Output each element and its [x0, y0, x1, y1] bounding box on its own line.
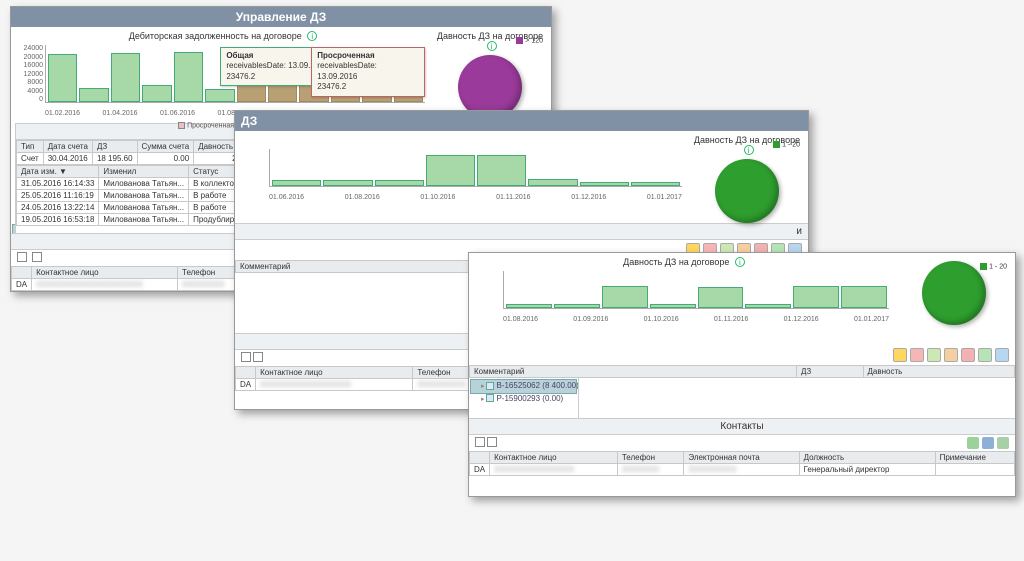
pie-chart-icon [715, 159, 779, 223]
window-title: Управление ДЗ [11, 7, 551, 27]
tree-item[interactable]: Р-15900293 (0.00) [471, 393, 576, 406]
comments-toolbar [469, 345, 1015, 365]
info-icon[interactable]: i [744, 145, 754, 155]
contacts-section-title: Контакты [469, 418, 1015, 435]
debt-age-pie: Давность ДЗ на договоре i > 120 [435, 31, 545, 117]
table-row[interactable]: DA XXXXXXXXXXXXXXX XXXXXXX XXXXXXXXX Ген… [470, 464, 1015, 476]
card-icon[interactable] [982, 437, 994, 449]
invoice-summary-table: Тип Дата счета ДЗ Сумма счета Давность Д… [16, 140, 250, 165]
chart-axis: Общая receivablesDate: 13.09.2016 23476.… [45, 45, 425, 103]
grid-mode-icon[interactable] [17, 252, 27, 262]
contacts-left-tools [17, 252, 44, 264]
comments-table-empty: Комментарий ДЗ Давность [469, 365, 1015, 378]
alarm-icon[interactable] [961, 348, 975, 362]
debt-area-chart-small: Давность ДЗ на договоре i 01.08.2016 01.… [475, 257, 893, 327]
grid-mode-icon[interactable] [241, 352, 251, 362]
document-icon [486, 382, 494, 390]
favorite-icon[interactable] [893, 348, 907, 362]
edit-icon[interactable] [967, 437, 979, 449]
document-icon[interactable] [978, 348, 992, 362]
info-icon[interactable]: i [735, 257, 745, 267]
pie-title: Давность ДЗ на договоре [623, 257, 729, 267]
table-row[interactable]: Счет 30.04.2016 18 195.60 0.00 253 [17, 153, 250, 165]
window-title: ДЗ [235, 111, 808, 131]
tag-icon[interactable] [910, 348, 924, 362]
debt-age-pie: 1 - 20 [899, 257, 1009, 343]
edit-icon[interactable] [927, 348, 941, 362]
pie-legend: > 120 [508, 37, 543, 44]
tree-item-selected[interactable]: В-16525062 (8 400.00) [471, 380, 576, 393]
debt-age-pie: Давность ДЗ на договоре i 1 - 20 [692, 135, 802, 221]
document-icon [486, 394, 494, 402]
user-icon[interactable] [944, 348, 958, 362]
grid-mode-icon[interactable] [253, 352, 263, 362]
contacts-table: Контактное лицо Телефон Электронная почт… [469, 451, 1015, 476]
refresh-icon[interactable] [995, 348, 1009, 362]
debt-area-chart: Дебиторская задолженность на договоре i … [17, 31, 429, 121]
window-dz-tertiary: Давность ДЗ на договоре i 01.08.2016 01.… [468, 252, 1016, 497]
chart-title: Дебиторская задолженность на договоре [129, 31, 302, 41]
export-icon[interactable] [997, 437, 1009, 449]
debt-area-chart-small: 01.06.2016 01.08.2016 01.10.2016 01.11.2… [241, 135, 686, 205]
chart-tooltip-overdue: Просроченная receivablesDate: 13.09.2016… [311, 47, 425, 97]
info-icon[interactable]: i [307, 31, 317, 41]
grid-mode-icon[interactable] [475, 437, 485, 447]
grid-mode-icon[interactable] [32, 252, 42, 262]
document-tree[interactable]: В-16525062 (8 400.00) Р-15900293 (0.00) [469, 378, 579, 418]
info-icon[interactable]: i [487, 41, 497, 51]
grid-mode-icon[interactable] [487, 437, 497, 447]
pie-chart-icon [922, 261, 986, 325]
